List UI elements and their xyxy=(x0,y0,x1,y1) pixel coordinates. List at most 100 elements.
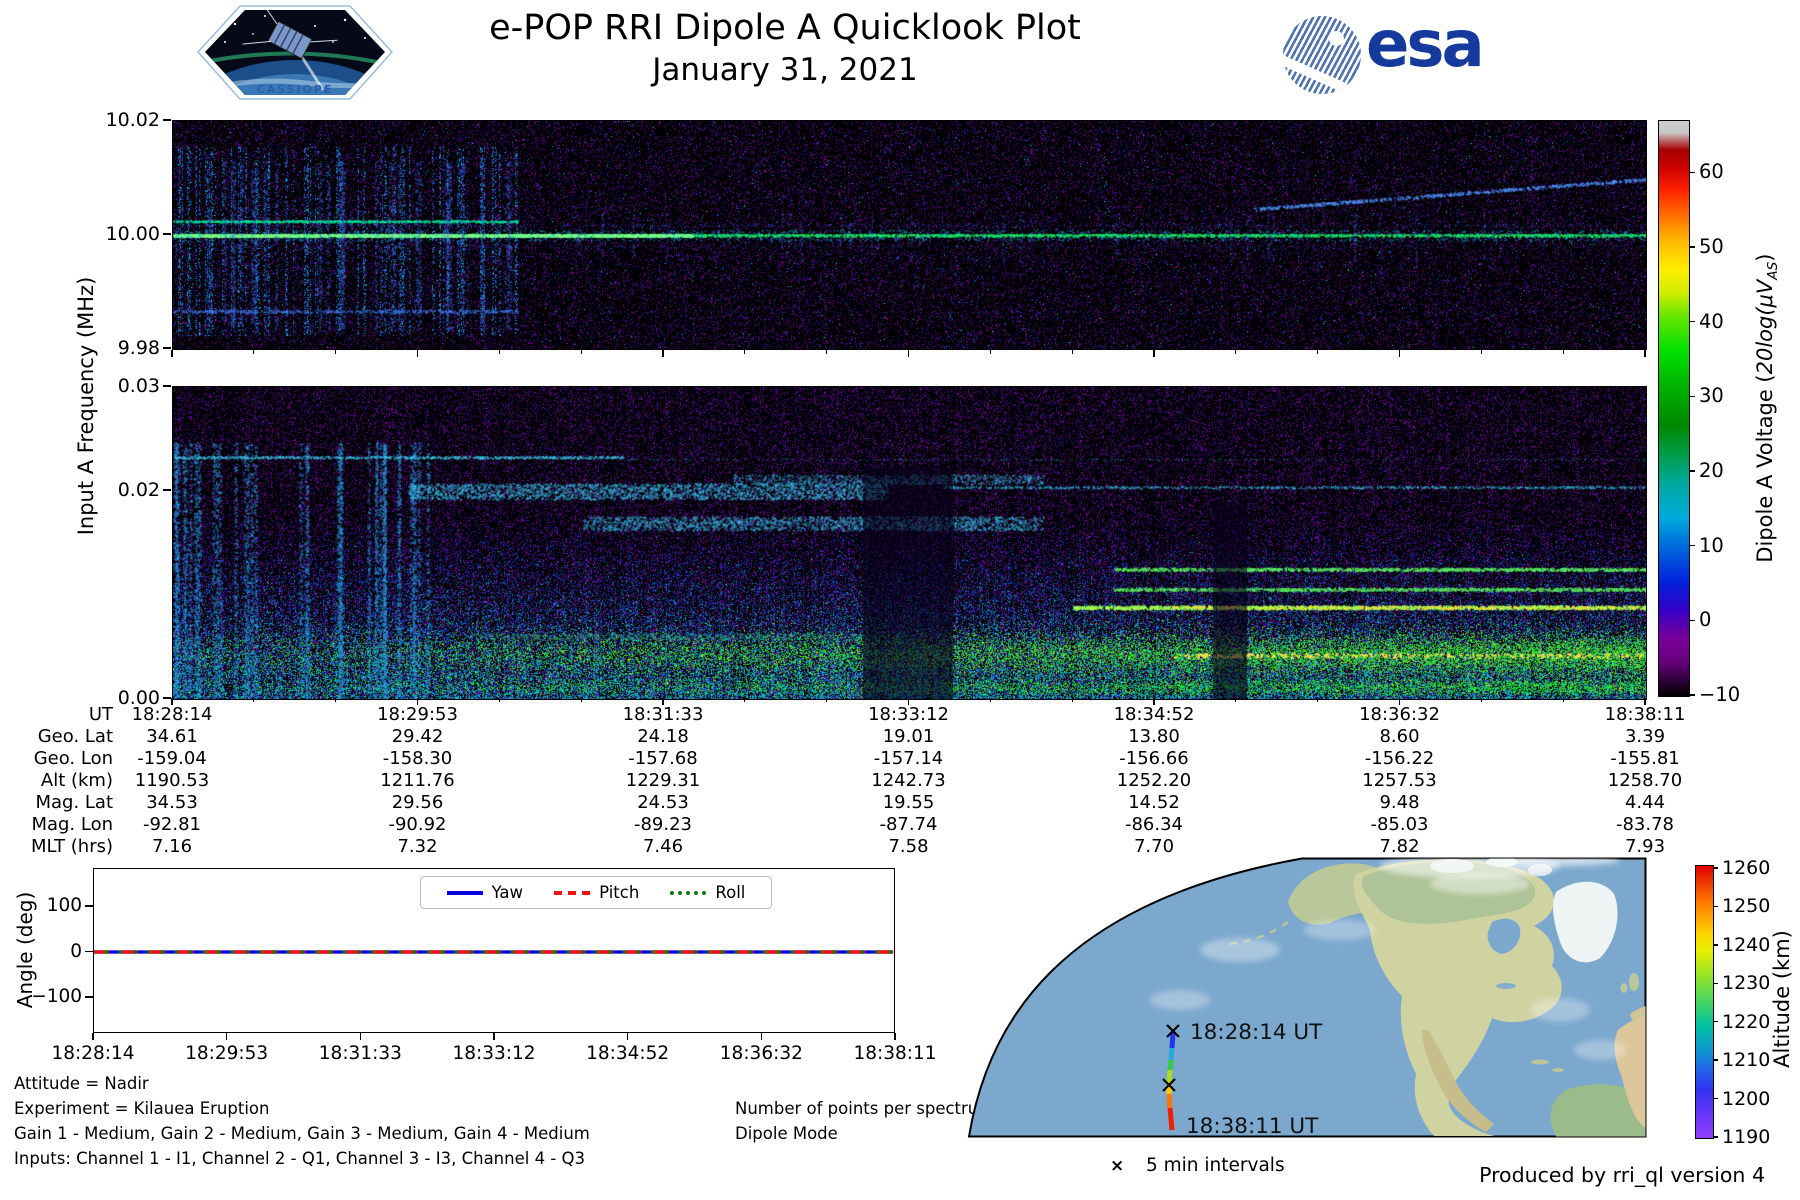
esa-globe-dot xyxy=(1329,31,1344,46)
time-xtick xyxy=(416,349,419,357)
ephemeris-cell: -83.78 xyxy=(1615,814,1675,835)
voltage-cbar-tick xyxy=(1689,320,1695,323)
ephemeris-cell: 1242.73 xyxy=(871,770,946,791)
cassiope-mission-patch-logo: CASSIOPE xyxy=(196,5,394,100)
interval-marker-glyph: × xyxy=(1110,1156,1125,1176)
freq-ytick xyxy=(163,347,171,349)
time-xtick-minor xyxy=(989,698,991,702)
legend-item-yaw: Yaw xyxy=(446,883,523,902)
legend-item-roll: Roll xyxy=(670,883,745,902)
freq-ytick-label: 10.00 xyxy=(105,223,160,245)
spectrogram-low-band xyxy=(172,386,1647,700)
time-xtick-minor xyxy=(253,698,255,702)
legend-item-pitch: Pitch xyxy=(554,883,639,902)
pitch-line-sample-icon xyxy=(554,890,591,895)
freq-ytick-label: 9.98 xyxy=(117,337,160,359)
ephemeris-cell: 19.01 xyxy=(882,726,935,747)
time-xtick xyxy=(1153,349,1155,357)
freq-ytick-label: 0.02 xyxy=(117,479,160,501)
ephemeris-cell: 7.82 xyxy=(1379,836,1420,857)
time-xtick-minor xyxy=(744,349,746,354)
ephemeris-cell: 18:31:33 xyxy=(622,704,704,725)
voltage-cbar-tick-label: 0 xyxy=(1699,608,1712,632)
time-xtick-minor xyxy=(580,698,582,702)
angle-xtick xyxy=(894,1033,896,1040)
ephemeris-cell: 4.44 xyxy=(1624,792,1666,813)
time-xtick-minor xyxy=(253,349,255,354)
time-xtick-minor xyxy=(1317,349,1319,354)
voltage-cbar-tick-label: 30 xyxy=(1699,384,1724,408)
ephemeris-cell: -157.14 xyxy=(873,748,944,769)
footnote-experiment: Experiment = Kilauea Eruption xyxy=(14,1099,270,1118)
ephemeris-cell: 1257.53 xyxy=(1362,770,1437,791)
time-xtick-minor xyxy=(1071,698,1073,702)
angle-ytick-label: 0 xyxy=(70,940,82,962)
time-xtick-minor xyxy=(1562,349,1564,354)
time-xtick xyxy=(1398,349,1401,357)
altitude-cbar-tick xyxy=(1713,1059,1718,1061)
voltage-cbar-tick-label: 20 xyxy=(1699,458,1724,482)
ephemeris-cell: -92.81 xyxy=(142,814,202,835)
time-xtick-minor xyxy=(744,698,746,702)
ephemeris-cell: -90.92 xyxy=(388,814,447,835)
angle-xtick xyxy=(493,1033,495,1040)
legend-label-yaw: Yaw xyxy=(491,883,523,902)
page-title: e-POP RRI Dipole A Quicklook Plot xyxy=(489,8,1081,48)
altitude-cbar-tick xyxy=(1713,1097,1718,1100)
time-xtick-minor xyxy=(826,349,828,354)
legend-label-roll: Roll xyxy=(715,883,746,902)
time-xtick-minor xyxy=(335,698,337,702)
ephemeris-cell: 18:36:32 xyxy=(1359,704,1440,725)
ephemeris-cell: 13.80 xyxy=(1128,726,1180,747)
altitude-cbar-tick xyxy=(1713,905,1718,908)
altitude-colorbar xyxy=(1695,865,1714,1139)
time-xtick-minor xyxy=(498,698,500,702)
freq-ytick xyxy=(163,233,171,235)
voltage-cbar-tick xyxy=(1689,619,1695,621)
ephemeris-cell: -157.68 xyxy=(628,748,698,769)
ephemeris-cell: -85.03 xyxy=(1370,814,1429,835)
ephemeris-cell: 29.56 xyxy=(391,792,444,813)
angle-xtick-label: 18:29:53 xyxy=(185,1043,269,1064)
ephemeris-cell: 7.70 xyxy=(1133,836,1175,857)
angle-ytick xyxy=(85,950,93,953)
ephemeris-cell: 18:29:53 xyxy=(377,704,458,725)
altitude-cbar-tick-label: 1210 xyxy=(1722,1049,1771,1072)
ephemeris-cell: 34.61 xyxy=(146,726,198,747)
time-xtick xyxy=(171,349,173,357)
voltage-cbar-tick-label: 60 xyxy=(1699,160,1724,184)
voltage-cbar-tick xyxy=(1689,171,1695,173)
cassiope-patch-text: CASSIOPE xyxy=(257,83,334,96)
time-xtick-minor xyxy=(1071,349,1073,354)
ephemeris-cell: 19.55 xyxy=(882,792,935,813)
altitude-cbar-tick-label: 1200 xyxy=(1722,1087,1771,1110)
angle-xtick xyxy=(225,1033,228,1040)
angle-xtick xyxy=(92,1033,94,1040)
ephemeris-cell: 7.16 xyxy=(151,836,193,857)
ephemeris-cell: -89.23 xyxy=(633,814,693,835)
legend-label-pitch: Pitch xyxy=(599,883,640,902)
angle-ytick-label: 100 xyxy=(46,895,82,916)
angle-xtick-label: 18:34:52 xyxy=(586,1043,670,1064)
voltage-colorbar xyxy=(1658,120,1690,697)
roll-line-sample-icon xyxy=(670,890,707,895)
angle-ytick xyxy=(85,996,93,998)
interval-marker-note: 5 min intervals xyxy=(1146,1155,1285,1176)
time-xtick-minor xyxy=(1480,698,1482,702)
ephemeris-cell: 9.48 xyxy=(1379,792,1420,813)
produced-by-text: Produced by rri_ql version 4 xyxy=(1479,1163,1765,1187)
ephemeris-cell: -158.30 xyxy=(382,748,453,769)
time-xtick-minor xyxy=(826,698,828,702)
voltage-cbar-tick xyxy=(1689,470,1695,472)
ephemeris-cell: 1252.20 xyxy=(1116,770,1192,791)
freq-ytick xyxy=(163,385,171,387)
altitude-cbar-tick xyxy=(1713,1136,1718,1138)
voltage-cbar-tick-label: −10 xyxy=(1699,683,1741,706)
altitude-cbar-tick xyxy=(1713,944,1718,946)
yaw-line-sample-icon xyxy=(446,890,483,895)
ephemeris-cell: 3.39 xyxy=(1624,726,1666,747)
time-xtick-minor xyxy=(989,349,991,354)
ephemeris-cell: 18:28:14 xyxy=(131,704,213,725)
track-end-label: 18:38:11 UT xyxy=(1186,1114,1319,1139)
altitude-cbar-tick xyxy=(1713,867,1718,869)
